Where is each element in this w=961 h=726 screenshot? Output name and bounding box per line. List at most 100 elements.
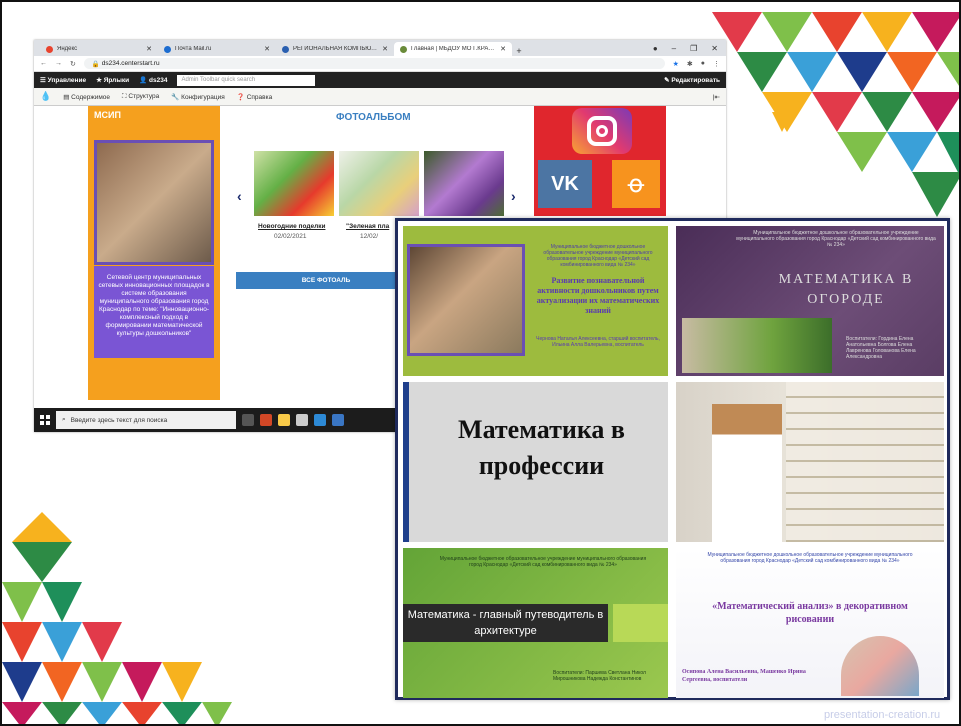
- user-menu[interactable]: 👤 ds234: [139, 76, 167, 84]
- chevron-left-icon[interactable]: ‹: [237, 188, 242, 204]
- profile-icon[interactable]: ●: [653, 44, 658, 53]
- presentation-collage: Муниципальное бюджетное дошкольное образ…: [395, 218, 950, 700]
- chevron-right-icon[interactable]: ›: [511, 188, 516, 204]
- store-icon[interactable]: [296, 414, 308, 426]
- watermark: presentation-creation.ru: [824, 709, 941, 721]
- close-icon[interactable]: ✕: [500, 45, 506, 53]
- window-controls: ● – ❐ ✕: [645, 44, 726, 56]
- slide-title: Математика в профессии: [458, 415, 625, 480]
- tab-regional[interactable]: РЕГИОНАЛЬНАЯ КОМПЬЮТЕР ✕: [276, 42, 394, 56]
- drupal-toolbar: 💧 ▤ Содержимое ⛶ Структура 🔧 Конфигураци…: [34, 88, 726, 106]
- config-menu[interactable]: 🔧 Конфигурация: [171, 93, 225, 101]
- left-column: МСИП Сетевой центр муниципальных сетевых…: [88, 106, 220, 400]
- mail-icon[interactable]: [314, 414, 326, 426]
- vk-icon[interactable]: VK: [538, 160, 592, 208]
- pencil-icon: ✎: [664, 77, 670, 84]
- photo-caption-link[interactable]: "Зеленая пла: [346, 223, 389, 230]
- tab-main[interactable]: Главная | МБДОУ МО Г.КРАСНО ✕: [394, 42, 512, 56]
- instagram-icon[interactable]: [572, 108, 632, 154]
- admin-toolbar: ☰ Управление ★ Ярлыки 👤 ds234 Admin Tool…: [34, 72, 726, 88]
- admin-search-input[interactable]: Admin Toolbar quick search: [177, 74, 316, 86]
- decor-top-right: [712, 12, 959, 217]
- slide-cognitive-activity: Муниципальное бюджетное дошкольное образ…: [403, 226, 668, 376]
- url-input[interactable]: 🔒 ds234.centerstart.ru: [83, 58, 665, 69]
- slide-pharmacy-photo: [676, 382, 944, 542]
- garden-photo: [682, 318, 832, 373]
- extension-icon[interactable]: ✱: [687, 60, 693, 68]
- config-label: Конфигурация: [181, 93, 225, 101]
- forward-icon[interactable]: →: [55, 60, 62, 67]
- manage-menu[interactable]: ☰ Управление: [40, 76, 86, 84]
- slide-header: Муниципальное бюджетное дошкольное образ…: [707, 552, 913, 564]
- site-icon: [400, 45, 407, 53]
- slide-title: Развитие познавательной активности дошко…: [536, 276, 660, 315]
- slide-header: Муниципальное бюджетное дошкольное образ…: [736, 230, 936, 248]
- mail-icon: [164, 45, 171, 53]
- account-icon[interactable]: ●: [701, 60, 705, 67]
- url-text: ds234.centerstart.ru: [101, 60, 160, 67]
- yandex-icon: [46, 45, 53, 53]
- shortcuts-menu[interactable]: ★ Ярлыки: [96, 76, 129, 84]
- content-menu[interactable]: ▤ Содержимое: [63, 93, 110, 101]
- tab-mail[interactable]: Почта Mail.ru ✕: [158, 42, 276, 56]
- photo-green-plant[interactable]: [339, 151, 419, 216]
- photo-caption-link[interactable]: Новогодние поделки: [258, 223, 325, 230]
- structure-label: Структура: [128, 92, 160, 100]
- msip-poster-image[interactable]: [94, 140, 214, 265]
- slide-math-profession: Математика в профессии: [403, 382, 668, 542]
- windows-start-icon[interactable]: [40, 415, 50, 425]
- tab-yandex[interactable]: Яндекс ✕: [40, 42, 158, 56]
- task-view-icon[interactable]: [242, 414, 254, 426]
- help-label: Справка: [246, 93, 273, 101]
- menu-icon[interactable]: ⋮: [713, 60, 720, 68]
- photo-date: 12/02/: [360, 233, 379, 240]
- slide: Яндекс ✕ Почта Mail.ru ✕ РЕГИОНАЛЬНАЯ КОМП…: [0, 0, 961, 726]
- tab-strip: Яндекс ✕ Почта Mail.ru ✕ РЕГИОНАЛЬНАЯ КОМП…: [34, 40, 726, 56]
- photo-date: 02/02/2021: [274, 233, 307, 240]
- minimize-icon[interactable]: –: [672, 44, 676, 53]
- help-menu[interactable]: ❓ Справка: [237, 93, 272, 101]
- close-icon[interactable]: ✕: [146, 45, 152, 53]
- edit-label: Редактировать: [671, 77, 720, 84]
- all-photos-button[interactable]: ВСЕ ФОТОАЛЬ: [236, 272, 416, 289]
- close-icon[interactable]: ✕: [382, 45, 388, 53]
- powerpoint-icon[interactable]: [260, 414, 272, 426]
- bookmark-star-icon[interactable]: ★: [673, 60, 679, 68]
- slide-authors: Воспитатели: Паршева Светлана Никол Миро…: [553, 670, 646, 682]
- address-bar: ← → ↻ 🔒 ds234.centerstart.ru ★ ✱ ● ⋮: [34, 56, 726, 72]
- collapse-icon[interactable]: |⇤: [713, 93, 720, 101]
- photo-lilac[interactable]: [424, 151, 504, 216]
- slide-math-garden: Муниципальное бюджетное дошкольное образ…: [676, 226, 944, 376]
- slide-title: МАТЕМАТИКА В ОГОРОДЕ: [778, 272, 914, 307]
- child-photo: [407, 244, 525, 356]
- lock-icon: 🔒: [91, 60, 102, 68]
- msip-caption[interactable]: Сетевой центр муниципальных сетевых инно…: [94, 266, 214, 358]
- structure-menu[interactable]: ⛶ Структура: [122, 93, 159, 101]
- tab-label: Главная | МБДОУ МО Г.КРАСНО: [411, 46, 497, 52]
- close-icon[interactable]: ✕: [264, 45, 270, 53]
- slide-math-analysis-drawing: Муниципальное бюджетное дошкольное образ…: [676, 548, 944, 698]
- odnoklassniki-icon[interactable]: ꝋ: [612, 160, 660, 208]
- close-window-icon[interactable]: ✕: [711, 44, 718, 53]
- maximize-icon[interactable]: ❐: [690, 44, 697, 53]
- accent-block: [613, 604, 668, 642]
- back-icon[interactable]: ←: [40, 60, 47, 67]
- new-tab-button[interactable]: +: [512, 46, 526, 56]
- file-explorer-icon[interactable]: [278, 414, 290, 426]
- reload-icon[interactable]: ↻: [70, 60, 76, 68]
- search-icon: ⌕: [62, 416, 66, 423]
- msip-title: МСИП: [94, 110, 121, 120]
- edit-button[interactable]: ✎ Редактировать: [664, 76, 720, 84]
- slide-math-architecture: Муниципальное бюджетное образовательное …: [403, 548, 668, 698]
- drupal-icon[interactable]: 💧: [40, 91, 51, 102]
- app-icon[interactable]: [332, 414, 344, 426]
- slide-authors: Воспитатели: Гордина Елена Анатольевна Б…: [846, 336, 916, 360]
- content-label: Содержимое: [71, 93, 111, 101]
- shortcuts-label: Ярлыки: [103, 77, 130, 84]
- photo-new-year-crafts[interactable]: [254, 151, 334, 216]
- shelves-photo: [786, 382, 944, 542]
- taskbar-search-input[interactable]: ⌕ Введите здесь текст для поиска: [56, 411, 236, 429]
- social-column: VK ꝋ: [534, 106, 666, 216]
- manage-label: Управление: [47, 77, 87, 84]
- user-label: ds234: [149, 77, 168, 84]
